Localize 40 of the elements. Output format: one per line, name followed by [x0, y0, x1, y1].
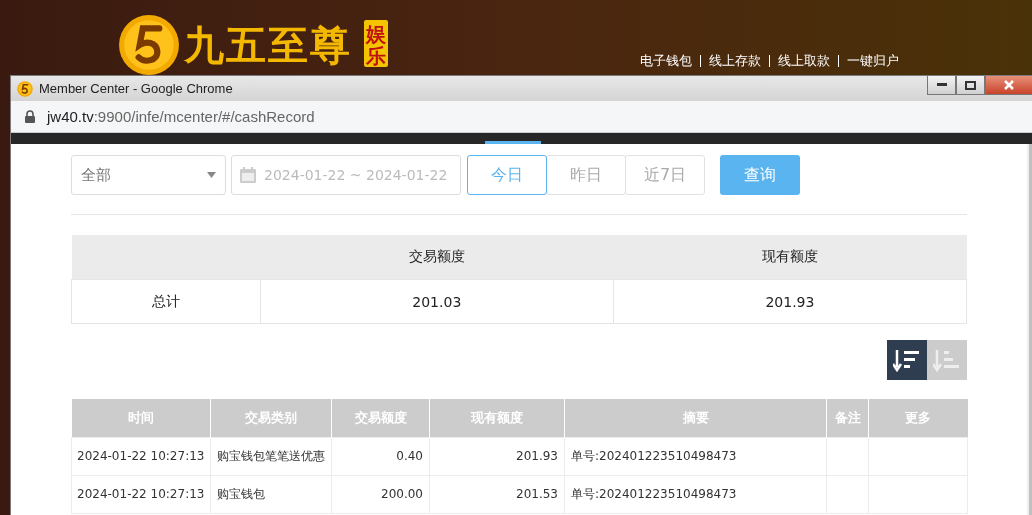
- table-cell: 0.40: [331, 437, 430, 476]
- nav-link[interactable]: 线上存款: [709, 52, 761, 70]
- minimize-button[interactable]: [927, 76, 956, 95]
- table-cell: 201.93: [613, 279, 967, 324]
- logo-icon: [17, 80, 33, 97]
- nav-link[interactable]: 线上取款: [778, 52, 830, 70]
- close-icon: [1004, 80, 1014, 90]
- brand-badge: 娱乐: [364, 19, 388, 67]
- table-cell: 201.93: [429, 437, 565, 476]
- maximize-icon: [965, 80, 976, 90]
- active-tab-indicator: [485, 141, 541, 144]
- table-cell: 201.03: [260, 279, 614, 324]
- nav-link[interactable]: 一键归户: [847, 52, 899, 70]
- window-title: Member Center - Google Chrome: [39, 81, 233, 96]
- sort-button[interactable]: [887, 340, 927, 380]
- table-cell: 购宝钱包笔笔送优惠: [210, 437, 332, 476]
- sort-icon: [933, 348, 961, 372]
- table-cell: 200.00: [331, 475, 430, 514]
- close-button[interactable]: [985, 76, 1032, 95]
- table-cell: 单号:202401223510498473: [564, 437, 827, 476]
- table-cell: 201.53: [429, 475, 565, 514]
- table-cell: 2024-01-22 10:27:13: [71, 437, 211, 476]
- table-cell: 单号:202401223510498473: [564, 475, 827, 514]
- table-cell: 购宝钱包: [210, 475, 332, 514]
- table-cell: 2024-01-22 10:27:13: [71, 475, 211, 514]
- column-header: 现有额度: [613, 235, 967, 280]
- caret-icon: [207, 172, 216, 178]
- type-select[interactable]: 全部: [71, 155, 226, 195]
- maximize-button[interactable]: [956, 76, 985, 95]
- calendar-icon: [240, 167, 256, 183]
- address-url[interactable]: jw40.tv:9900/infe/mcenter/#/cashRecord: [47, 108, 315, 125]
- logo-icon: [118, 14, 180, 76]
- brand-name: 九五至尊: [184, 19, 352, 70]
- column-header: 交易额度: [260, 235, 614, 280]
- date-range-field[interactable]: 2024-01-22 ~ 2024-01-22: [231, 155, 461, 195]
- table-cell: 总计: [71, 279, 261, 324]
- sort-icon: [893, 348, 921, 372]
- lock-icon: [25, 110, 35, 123]
- nav-link[interactable]: 电子钱包: [640, 52, 692, 70]
- minimize-icon: [936, 83, 947, 87]
